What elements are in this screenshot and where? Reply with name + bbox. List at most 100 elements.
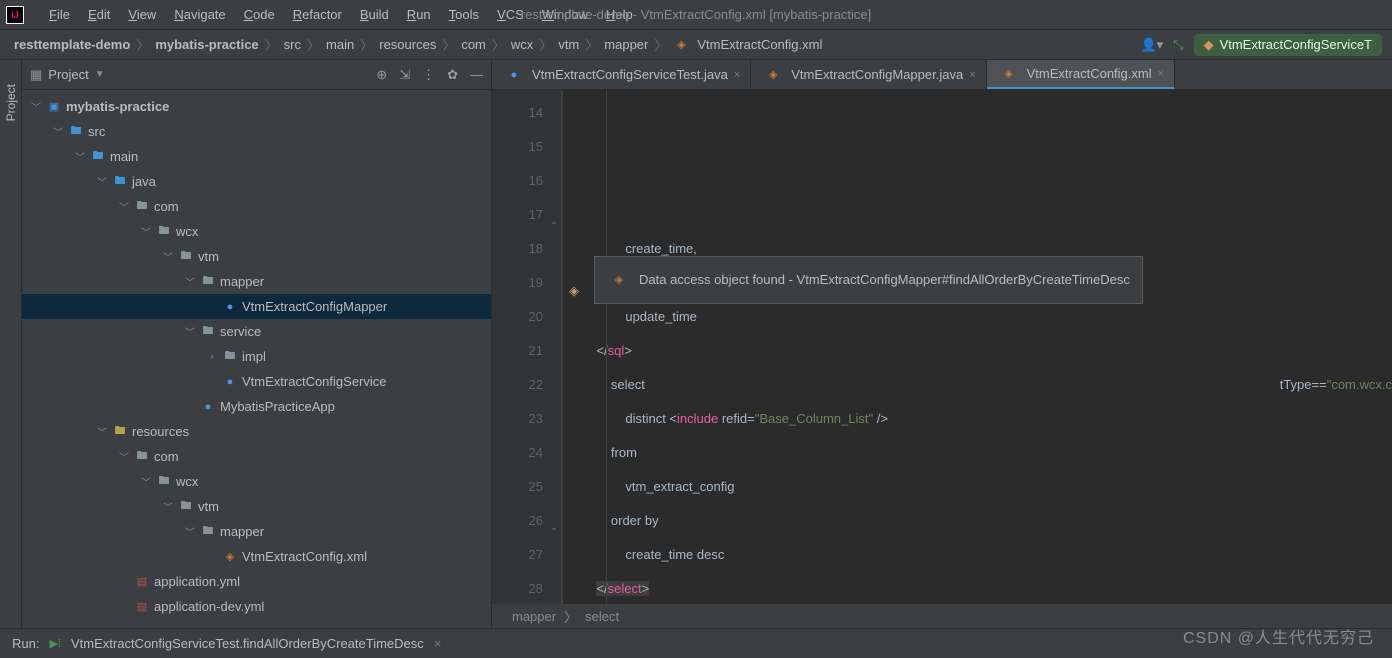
close-icon[interactable]: × [1158,68,1164,80]
sidebar-header: ▦ Project ▼ ⊕ ⇲ ⋮ ✿ — [22,60,491,90]
menu-run[interactable]: Run [398,7,440,22]
tree-row[interactable]: ﹀ 🖿 wcx [22,469,491,494]
chevron-down-icon[interactable]: ﹀ [74,149,86,164]
code-line[interactable]: </sql> [582,334,1392,368]
menu-refactor[interactable]: Refactor [284,7,351,22]
tree-row[interactable]: ▤application.yml [22,569,491,594]
chevron-down-icon[interactable]: ﹀ [162,249,174,264]
code-line[interactable]: order by [582,504,1392,538]
locate-icon[interactable]: ⊕ [376,67,387,83]
code-line[interactable]: select [582,368,1392,402]
code-body[interactable]: create_time, update_by, update_time </sq… [562,90,1392,604]
chevron-down-icon[interactable]: ﹀ [184,274,196,289]
code-line[interactable]: update_time [582,300,1392,334]
run-config-pill[interactable]: ◆ VtmExtractConfigServiceT [1194,34,1382,56]
chevron-right-icon[interactable]: › [206,351,218,362]
tree-row[interactable]: ﹀🖿src [22,119,491,144]
menu-edit[interactable]: Edit [79,7,119,22]
tree-row[interactable]: ﹀🖿service [22,319,491,344]
run-play-icon[interactable]: ▶⁞ [49,637,61,650]
run-config-name[interactable]: VtmExtractConfigServiceTest.findAllOrder… [71,636,424,651]
code-line[interactable]: vtm_extract_config [582,470,1392,504]
code-line[interactable]: from [582,436,1392,470]
breadcrumb-file[interactable]: ◈ VtmExtractConfig.xml [669,37,822,53]
menu-tools[interactable]: Tools [440,7,488,22]
code-line[interactable]: create_time desc [582,538,1392,572]
chevron-down-icon[interactable]: ﹀ [118,449,130,464]
menu-build[interactable]: Build [351,7,398,22]
crumb-wcx[interactable]: wcx [507,37,537,52]
chevron-down-icon[interactable]: ﹀ [30,99,42,114]
chevron-down-icon[interactable]: ▼ [95,69,105,80]
chevron-down-icon[interactable]: ﹀ [162,499,174,514]
editor-bc-1[interactable]: select [585,609,619,624]
close-icon[interactable]: × [434,636,442,651]
tree-row[interactable]: ﹀🖿vtm [22,494,491,519]
close-icon[interactable]: × [734,69,740,81]
code-area[interactable]: 141516171819202122232425262728⌃⌃◈ create… [492,90,1392,604]
chevron-down-icon[interactable]: ﹀ [140,224,152,239]
tree-row[interactable]: ﹀🖿vtm [22,244,491,269]
chevron-down-icon[interactable]: ﹀ [184,524,196,539]
chevron-down-icon[interactable]: ﹀ [140,474,152,489]
editor-tab[interactable]: ◈VtmExtractConfigMapper.java× [751,60,986,89]
editor-tab[interactable]: ◈VtmExtractConfig.xml× [987,60,1175,89]
line-number: 20 [498,300,543,334]
close-icon[interactable]: × [969,69,975,81]
line-number: 22 [498,368,543,402]
tree-label: wcx [176,474,198,489]
java-icon: ● [200,399,216,415]
menu-file[interactable]: File [40,7,79,22]
gear-icon[interactable]: ✿ [447,67,458,83]
tree-row[interactable]: ●MybatisPracticeApp [22,394,491,419]
crumb-mybatis-practice[interactable]: mybatis-practice [151,37,262,52]
tree-row[interactable]: ▤application-dev.yml [22,594,491,619]
tree-row[interactable]: ﹀🖿mapper [22,269,491,294]
tree-row[interactable]: ●VtmExtractConfigService [22,369,491,394]
gutter: 141516171819202122232425262728⌃⌃◈ [492,90,562,604]
fold-icon[interactable]: ⌃ [550,210,558,244]
code-line[interactable]: distinct <include refid="Base_Column_Lis… [582,402,1392,436]
chevron-down-icon[interactable]: ﹀ [52,124,64,139]
crumb-vtm[interactable]: vtm [554,37,583,52]
tree-row[interactable]: ●VtmExtractConfigMapper [22,294,491,319]
tree-row[interactable]: ﹀🖿com [22,444,491,469]
menu-navigate[interactable]: Navigate [165,7,234,22]
tree-row[interactable]: ﹀🖿com [22,194,491,219]
tree-row[interactable]: ◈VtmExtractConfig.xml [22,544,491,569]
hide-icon[interactable]: — [470,67,483,83]
menu-view[interactable]: View [119,7,165,22]
tree-row[interactable]: ﹀🖿wcx [22,219,491,244]
tree-row[interactable]: ﹀🖿java [22,169,491,194]
code-line[interactable]: </select> [582,572,1392,604]
crumb-mapper[interactable]: mapper [600,37,652,52]
crumb-src[interactable]: src [280,37,305,52]
rail-project-tab[interactable]: Project [4,80,18,125]
editor-bc-0[interactable]: mapper [512,609,556,624]
folder-icon: 🖿 [156,474,172,490]
chevron-down-icon[interactable]: ﹀ [118,199,130,214]
expand-icon[interactable]: ⇲ [399,67,410,83]
crumb-resttemplate-demo[interactable]: resttemplate-demo [10,37,134,52]
fold-icon[interactable]: ⌃ [550,516,558,550]
build-icon[interactable]: ⤡ [1173,37,1183,53]
tree-row[interactable]: ﹀▣mybatis-practice [22,94,491,119]
crumb-resources[interactable]: resources [375,37,440,52]
crumb-main[interactable]: main [322,37,358,52]
tab-label: VtmExtractConfigMapper.java [791,67,963,82]
collapse-icon[interactable]: ⋮ [422,67,435,83]
chevron-down-icon[interactable]: ﹀ [96,174,108,189]
editor-tab[interactable]: ●VtmExtractConfigServiceTest.java× [492,60,751,89]
tree-row[interactable]: ﹀🖿resources [22,419,491,444]
project-tree[interactable]: ﹀▣mybatis-practice﹀🖿src﹀🖿main﹀🖿java﹀🖿com… [22,90,491,628]
line-number: 18 [498,232,543,266]
tree-row[interactable]: ›🖿impl [22,344,491,369]
line-number: 26 [498,504,543,538]
chevron-down-icon[interactable]: ﹀ [184,324,196,339]
tree-row[interactable]: ﹀🖿main [22,144,491,169]
user-icon[interactable]: 👤▾ [1140,37,1163,53]
crumb-com[interactable]: com [457,37,490,52]
chevron-down-icon[interactable]: ﹀ [96,424,108,439]
menu-code[interactable]: Code [235,7,284,22]
tree-row[interactable]: ﹀🖿mapper [22,519,491,544]
